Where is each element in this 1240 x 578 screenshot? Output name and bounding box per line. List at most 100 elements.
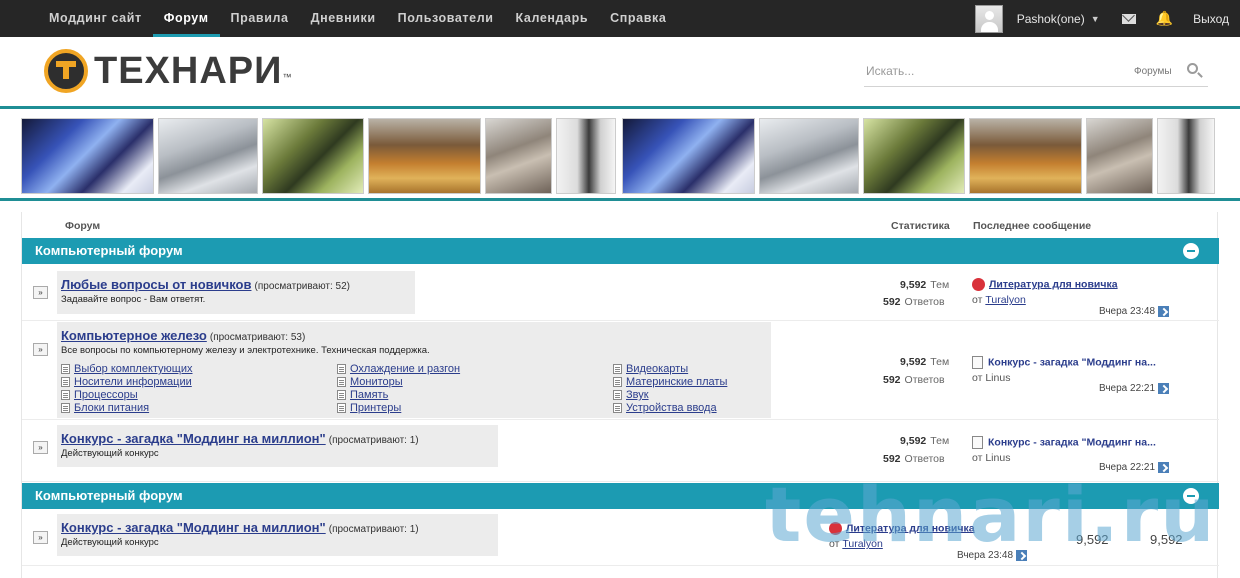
expand-icon[interactable]: » xyxy=(33,531,48,544)
column-header-last-post: Последнее сообщение xyxy=(973,220,1092,232)
subforum-link[interactable]: Выбор комплектующих xyxy=(61,363,337,375)
header-divider-bottom xyxy=(0,198,1240,201)
forum-title-link[interactable]: Любые вопросы от новичков xyxy=(61,277,251,292)
banner-image[interactable] xyxy=(262,118,364,194)
last-post: Конкурс - загадка "Моддинг на... от Linu… xyxy=(972,356,1156,384)
category-title: Компьютерный форум xyxy=(35,488,183,503)
subforum-link[interactable]: Блоки питания xyxy=(61,402,337,414)
subforum-link[interactable]: Материнские платы xyxy=(613,376,763,388)
category-header[interactable]: Компьютерный форум xyxy=(22,238,1219,264)
banner-image[interactable] xyxy=(969,118,1082,194)
logout-link[interactable]: Выход xyxy=(1193,12,1229,26)
subforum-link[interactable]: Память xyxy=(337,389,613,401)
go-to-post-icon[interactable] xyxy=(1158,383,1170,394)
viewing-count: (просматривают: 52) xyxy=(254,281,350,292)
thread-count: 9,592 Тем xyxy=(900,435,950,447)
forum-title-link[interactable]: Конкурс - загадка "Моддинг на миллион" xyxy=(61,520,326,535)
subforum-link[interactable]: Мониторы xyxy=(337,376,613,388)
forum-row: » Любые вопросы от новичков (просматрива… xyxy=(22,265,1219,321)
search-icon[interactable] xyxy=(1187,63,1198,74)
banner-image[interactable] xyxy=(863,118,965,194)
forum-title-link[interactable]: Компьютерное железо xyxy=(61,328,207,343)
search-scope-selector[interactable]: Форумы xyxy=(1134,66,1172,77)
banner-image[interactable] xyxy=(622,118,755,194)
nav-item-help[interactable]: Справка xyxy=(599,0,677,37)
last-post-date: Вчера 22:21 xyxy=(1099,383,1170,394)
subforum-icon xyxy=(337,403,346,413)
post-icon xyxy=(972,436,983,449)
viewing-count: (просматривают: 1) xyxy=(328,435,419,446)
forum-info: Любые вопросы от новичков (просматривают… xyxy=(57,271,415,314)
sad-face-icon xyxy=(972,278,985,291)
last-post: Конкурс - загадка "Моддинг на... от Linu… xyxy=(972,436,1156,464)
subforum-icon xyxy=(61,390,70,400)
last-post-author[interactable]: Linus xyxy=(985,372,1010,384)
forum-info: Конкурс - загадка "Моддинг на миллион" (… xyxy=(57,514,498,556)
subforum-icon xyxy=(337,377,346,387)
last-post-link[interactable]: Литература для новичка xyxy=(989,278,1118,290)
last-post-link[interactable]: Конкурс - загадка "Моддинг на... xyxy=(988,436,1156,448)
search-input[interactable] xyxy=(866,59,1096,83)
banner-image[interactable] xyxy=(21,118,154,194)
forum-info: Конкурс - загадка "Моддинг на миллион" (… xyxy=(57,425,498,467)
banner-image[interactable] xyxy=(1157,118,1215,194)
forum-info: Компьютерное железо (просматривают: 53) … xyxy=(57,322,771,418)
last-post-author[interactable]: Linus xyxy=(985,452,1010,464)
subforum-icon xyxy=(613,377,622,387)
subforum-link[interactable]: Принтеры xyxy=(337,402,613,414)
site-logo[interactable]: ТЕХНАРИ ™ xyxy=(44,48,291,94)
post-count: 592 Ответов xyxy=(883,453,945,465)
subforum-link[interactable]: Процессоры xyxy=(61,389,337,401)
forum-title-link[interactable]: Конкурс - загадка "Моддинг на миллион" xyxy=(61,431,326,446)
collapse-icon[interactable] xyxy=(1183,243,1199,259)
forum-row: » Компьютерное железо (просматривают: 53… xyxy=(22,321,1219,420)
last-post-link[interactable]: Конкурс - загадка "Моддинг на... xyxy=(988,356,1156,368)
subforum-icon xyxy=(613,403,622,413)
avatar[interactable] xyxy=(974,4,1003,33)
banner-image[interactable] xyxy=(1086,118,1153,194)
subforum-link[interactable]: Видеокарты xyxy=(613,363,763,375)
subforum-icon xyxy=(337,364,346,374)
subforum-link[interactable]: Звук xyxy=(613,389,763,401)
nav-item-diaries[interactable]: Дневники xyxy=(300,0,387,37)
last-post-author[interactable]: Turalyon xyxy=(985,294,1025,306)
banner-image[interactable] xyxy=(368,118,481,194)
bell-icon[interactable]: 🔔 xyxy=(1156,10,1173,27)
username[interactable]: Pashok(one) xyxy=(1017,12,1085,26)
subforum-icon xyxy=(337,390,346,400)
banner-image[interactable] xyxy=(759,118,859,194)
header-divider-top xyxy=(0,106,1240,109)
nav-item-forum[interactable]: Форум xyxy=(152,0,220,37)
subforum-link[interactable]: Охлаждение и разгон xyxy=(337,363,613,375)
nav-item-users[interactable]: Пользователи xyxy=(387,0,505,37)
post-count: 592 Ответов xyxy=(883,296,945,308)
post-icon xyxy=(972,356,983,369)
subforum-link[interactable]: Носители информации xyxy=(61,376,337,388)
banner-image[interactable] xyxy=(556,118,616,194)
expand-icon[interactable]: » xyxy=(33,343,48,356)
mail-icon[interactable] xyxy=(1121,13,1136,24)
subforum-link[interactable]: Устройства ввода xyxy=(613,402,763,414)
nav-item-modding-site[interactable]: Моддинг сайт xyxy=(38,0,153,37)
post-count: 592 Ответов xyxy=(883,374,945,386)
subforum-icon xyxy=(613,364,622,374)
forum-description: Все вопросы по компьютерному железу и эл… xyxy=(61,345,430,356)
expand-icon[interactable]: » xyxy=(33,441,48,454)
expand-icon[interactable]: » xyxy=(33,286,48,299)
main-nav: Моддинг сайт Форум Правила Дневники Поль… xyxy=(38,0,677,37)
watermark: tehnari.ru xyxy=(765,470,1217,559)
forum-description: Действующий конкурс xyxy=(61,448,159,459)
go-to-post-icon[interactable] xyxy=(1158,306,1170,317)
nav-item-rules[interactable]: Правила xyxy=(220,0,300,37)
top-navbar: Моддинг сайт Форум Правила Дневники Поль… xyxy=(0,0,1240,37)
search-bar: Форумы xyxy=(864,55,1208,87)
column-header-stats: Статистика xyxy=(891,220,950,232)
subforum-list: Выбор комплектующих Охлаждение и разгон … xyxy=(61,363,767,414)
banner-strip xyxy=(0,113,1240,195)
chevron-down-icon[interactable]: ▼ xyxy=(1091,14,1100,24)
banner-image[interactable] xyxy=(485,118,552,194)
nav-item-calendar[interactable]: Календарь xyxy=(505,0,600,37)
banner-image[interactable] xyxy=(158,118,258,194)
subforum-icon xyxy=(613,390,622,400)
viewing-count: (просматривают: 53) xyxy=(209,332,306,343)
